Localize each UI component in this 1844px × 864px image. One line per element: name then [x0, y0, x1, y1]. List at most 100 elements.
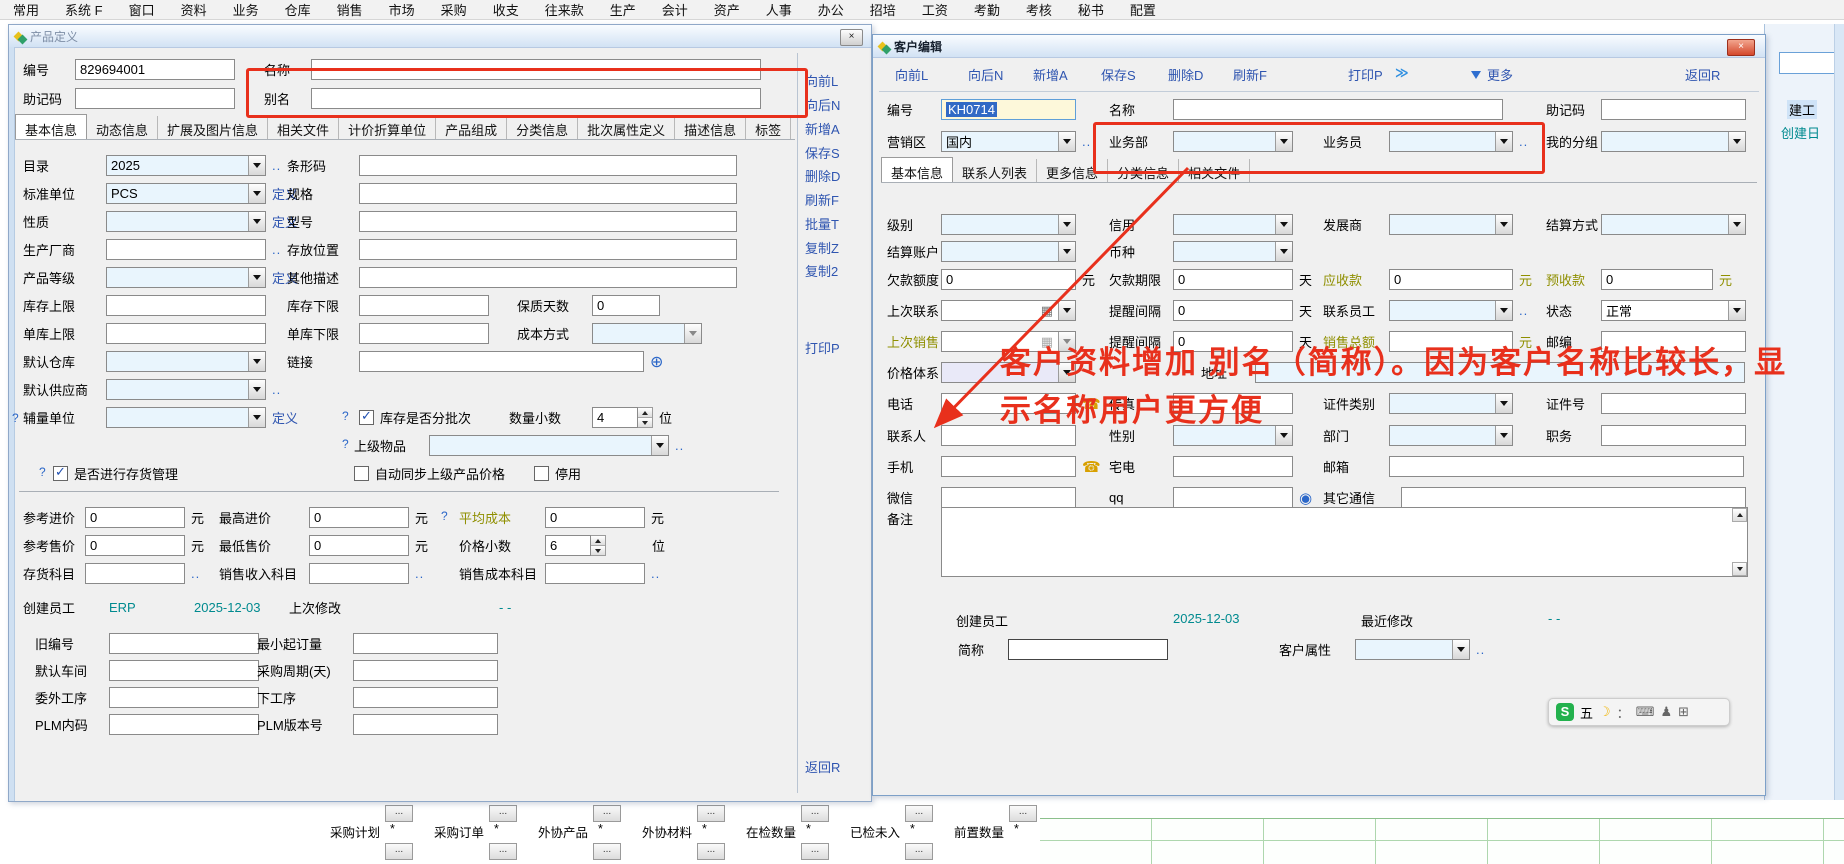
short-name-field[interactable]: [1008, 639, 1168, 660]
location-field[interactable]: [359, 239, 737, 260]
ref-in-field[interactable]: 0: [85, 507, 185, 528]
nav-delete-button[interactable]: 删除D: [805, 166, 871, 185]
ime-mode[interactable]: 五: [1580, 703, 1593, 722]
grade-field[interactable]: [106, 267, 266, 288]
id-type-field[interactable]: [1389, 393, 1513, 414]
menu-item[interactable]: 收支: [480, 0, 532, 19]
menu-item[interactable]: 采购: [428, 0, 480, 19]
store-hi-field[interactable]: [106, 323, 266, 344]
menu-item[interactable]: 仓库: [272, 0, 324, 19]
customer-tab[interactable]: 基本信息: [881, 157, 953, 183]
chevron-down-icon[interactable]: [1058, 132, 1075, 151]
chevron-down-icon[interactable]: [684, 324, 701, 343]
menu-item[interactable]: 窗口: [116, 0, 168, 19]
chevron-down-icon[interactable]: [1275, 242, 1292, 261]
chevron-down-icon[interactable]: [248, 380, 265, 399]
id-no-field[interactable]: [1601, 393, 1746, 414]
cust-attr-more-button[interactable]: ..: [1476, 642, 1485, 657]
scrollbar[interactable]: [1834, 24, 1844, 800]
ime-logo-icon[interactable]: S: [1556, 703, 1574, 721]
warehouse-field[interactable]: [106, 351, 266, 372]
menu-item[interactable]: 常用: [0, 0, 52, 19]
tb-return-button[interactable]: 返回R: [1685, 65, 1720, 84]
chevron-down-icon[interactable]: [1728, 132, 1745, 151]
store-lo-field[interactable]: [359, 323, 489, 344]
acct-rev-more-button[interactable]: ..: [415, 566, 424, 581]
menu-item[interactable]: 市场: [376, 0, 428, 19]
settle-field[interactable]: [1601, 214, 1746, 235]
acct-cost-more-button[interactable]: ..: [651, 566, 660, 581]
contact-emp-more-button[interactable]: ..: [1519, 303, 1528, 318]
tb-next-button[interactable]: 向后N: [968, 65, 1003, 84]
tb-refresh-button[interactable]: 刷新F: [1233, 65, 1267, 84]
menu-item[interactable]: 销售: [324, 0, 376, 19]
menu-item[interactable]: 考核: [1013, 0, 1065, 19]
scroll-up-icon[interactable]: [1732, 508, 1747, 522]
keyboard-icon[interactable]: ⌨: [1636, 704, 1655, 720]
price-dec-stepper[interactable]: [591, 535, 606, 556]
nav-print-button[interactable]: 打印P: [805, 338, 871, 357]
tb-add-button[interactable]: 新增A: [1033, 65, 1068, 84]
region-more-button[interactable]: ..: [1082, 134, 1091, 149]
moon-icon[interactable]: ☽: [1599, 704, 1611, 720]
menu-item[interactable]: 会计: [649, 0, 701, 19]
aux-unit-define-link[interactable]: 定义: [272, 408, 298, 427]
nav-batch-button[interactable]: 批量T: [805, 214, 871, 233]
nav-save-button[interactable]: 保存S: [805, 143, 871, 162]
chevron-down-icon[interactable]: [1452, 640, 1469, 659]
product-window-titlebar[interactable]: 产品定义 ×: [9, 25, 871, 48]
menu-item[interactable]: 生产: [597, 0, 649, 19]
mobile-field[interactable]: [941, 456, 1076, 477]
nav-refresh-button[interactable]: 刷新F: [805, 190, 871, 209]
cust-attr-field[interactable]: [1355, 639, 1470, 660]
punctuation-icon[interactable]: ：: [1617, 703, 1630, 722]
acct-inv-more-button[interactable]: ..: [191, 566, 200, 581]
nav-return-button[interactable]: 返回R: [805, 757, 871, 776]
min-out-field[interactable]: 0: [309, 535, 409, 556]
moq-field[interactable]: [353, 633, 498, 654]
level-field[interactable]: [941, 214, 1076, 235]
tb-prev-button[interactable]: 向前L: [895, 65, 928, 84]
qq-field[interactable]: [1173, 487, 1293, 508]
spin-down-icon[interactable]: [591, 545, 605, 555]
product-tab[interactable]: 批次属性定义: [578, 116, 675, 140]
customer-tab[interactable]: 联系人列表: [953, 159, 1037, 183]
acct-rev-field[interactable]: [309, 563, 409, 584]
menu-item[interactable]: 考勤: [961, 0, 1013, 19]
ellipsis-button[interactable]: ...: [801, 843, 829, 860]
stock-hi-field[interactable]: [106, 295, 266, 316]
headset-icon[interactable]: ◉: [1299, 489, 1312, 507]
nav-add-button[interactable]: 新增A: [805, 119, 871, 138]
email-field[interactable]: [1389, 456, 1744, 477]
ellipsis-button[interactable]: ...: [697, 843, 725, 860]
ellipsis-button[interactable]: ...: [593, 805, 621, 822]
tb-delete-button[interactable]: 删除D: [1168, 65, 1203, 84]
stock-lo-field[interactable]: [359, 295, 489, 316]
note-field[interactable]: [941, 507, 1748, 577]
menu-item[interactable]: 配置: [1117, 0, 1169, 19]
customer-window-titlebar[interactable]: 客户编辑 ×: [873, 35, 1765, 58]
ellipsis-button[interactable]: ...: [489, 805, 517, 822]
ellipsis-button[interactable]: ...: [385, 805, 413, 822]
acct-cost-field[interactable]: [545, 563, 645, 584]
currency-field[interactable]: [1173, 241, 1293, 262]
nature-field[interactable]: [106, 211, 266, 232]
cust-code-field[interactable]: KH0714: [941, 99, 1076, 120]
tb-print-button[interactable]: 打印P: [1348, 65, 1383, 84]
nav-copy2-button[interactable]: 复制2: [805, 261, 871, 280]
spin-up-icon[interactable]: [638, 408, 652, 417]
plm-ver-field[interactable]: [353, 714, 498, 735]
debt-lim-field[interactable]: 0: [941, 269, 1076, 290]
other-desc-field[interactable]: [359, 267, 737, 288]
batch-checkbox[interactable]: [359, 410, 374, 425]
contact-emp-field[interactable]: [1389, 300, 1513, 321]
tb-more-button[interactable]: 更多: [1487, 65, 1513, 84]
globe-icon[interactable]: ⊕: [650, 352, 663, 372]
out-proc-field[interactable]: [109, 687, 259, 708]
chevron-down-icon[interactable]: [1495, 394, 1512, 413]
menu-item[interactable]: 办公: [805, 0, 857, 19]
product-tab[interactable]: 描述信息: [675, 116, 746, 140]
chevron-down-icon[interactable]: [1058, 215, 1075, 234]
arrow-down-icon[interactable]: [1471, 71, 1481, 84]
chevron-down-icon[interactable]: [248, 212, 265, 231]
